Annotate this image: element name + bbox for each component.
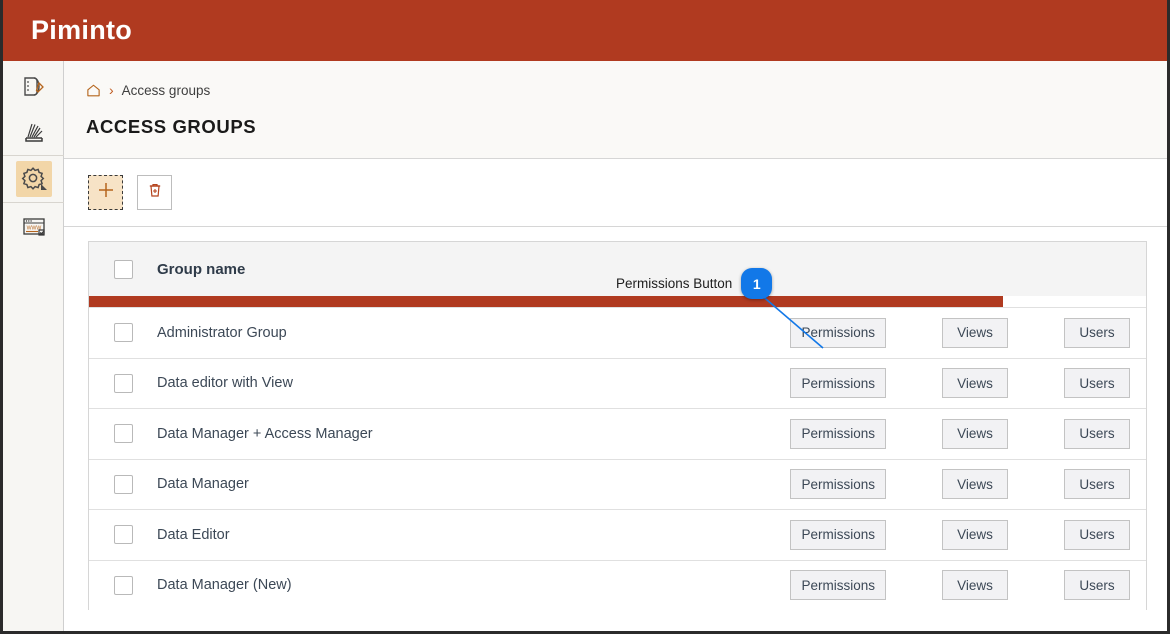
permissions-button[interactable]: Permissions [790,318,886,348]
row-select-cell [89,525,157,544]
row-checkbox[interactable] [114,475,133,494]
select-all-cell [89,260,157,279]
brand-title: Piminto [31,15,132,46]
annotation-badge: 1 [741,268,772,299]
row-actions: Permissions Views Users [790,570,1146,600]
table-row[interactable]: Data Manager (New) Permissions Views Use… [89,560,1146,611]
pages-icon [16,114,52,150]
row-select-cell [89,323,157,342]
row-checkbox[interactable] [114,323,133,342]
table-row[interactable]: Data Editor Permissions Views Users [89,509,1146,560]
row-select-cell [89,475,157,494]
row-checkbox[interactable] [114,424,133,443]
home-icon[interactable] [86,83,101,98]
app-header: Piminto [3,0,1167,61]
row-select-cell [89,424,157,443]
row-actions: Permissions Views Users [790,419,1146,449]
row-actions: Permissions Views Users [790,318,1146,348]
users-button[interactable]: Users [1064,520,1130,550]
catalog-icon [16,67,52,103]
users-button[interactable]: Users [1064,368,1130,398]
annotation-label: Permissions Button [616,276,732,291]
toolbar [64,159,1167,227]
users-button[interactable]: Users [1064,419,1130,449]
row-group-name: Data Manager + Access Manager [157,426,790,442]
row-group-name: Administrator Group [157,325,790,341]
users-button[interactable]: Users [1064,570,1130,600]
row-group-name: Data editor with View [157,375,790,391]
permissions-button[interactable]: Permissions [790,570,886,600]
views-button[interactable]: Views [942,419,1008,449]
sidebar: WWW [3,61,64,631]
row-select-cell [89,374,157,393]
sidebar-item-catalog[interactable] [3,61,64,108]
views-button[interactable]: Views [942,368,1008,398]
sidebar-item-web[interactable]: WWW [3,202,64,249]
table-row[interactable]: Data Manager + Access Manager Permission… [89,408,1146,459]
sidebar-item-settings[interactable] [3,155,64,202]
users-button[interactable]: Users [1064,318,1130,348]
views-button[interactable]: Views [942,570,1008,600]
page-header: › Access groups ACCESS GROUPS [64,61,1167,159]
add-button[interactable] [88,175,123,210]
sidebar-item-pages[interactable] [3,108,64,155]
gear-icon [16,161,52,197]
delete-button[interactable] [137,175,172,210]
table-row[interactable]: Administrator Group Permissions Views Us… [89,307,1146,358]
table-row[interactable]: Data Manager Permissions Views Users [89,459,1146,510]
views-button[interactable]: Views [942,520,1008,550]
page-title: ACCESS GROUPS [86,116,1167,138]
row-actions: Permissions Views Users [790,368,1146,398]
breadcrumb-separator-icon: › [109,83,114,97]
breadcrumb-current[interactable]: Access groups [122,83,211,98]
permissions-button[interactable]: Permissions [790,520,886,550]
select-all-checkbox[interactable] [114,260,133,279]
permissions-button[interactable]: Permissions [790,368,886,398]
permissions-button[interactable]: Permissions [790,469,886,499]
users-button[interactable]: Users [1064,469,1130,499]
trash-icon [145,180,165,205]
annotation-callout: Permissions Button 1 [616,268,772,299]
web-icon: WWW [16,208,52,244]
row-select-cell [89,576,157,595]
row-checkbox[interactable] [114,525,133,544]
row-actions: Permissions Views Users [790,520,1146,550]
row-checkbox[interactable] [114,576,133,595]
permissions-button[interactable]: Permissions [790,419,886,449]
row-group-name: Data Editor [157,527,790,543]
main-content: › Access groups ACCESS GROUPS [64,61,1167,631]
row-checkbox[interactable] [114,374,133,393]
views-button[interactable]: Views [942,318,1008,348]
row-actions: Permissions Views Users [790,469,1146,499]
row-group-name: Data Manager (New) [157,577,790,593]
table-row[interactable]: Data editor with View Permissions Views … [89,358,1146,409]
plus-icon [96,180,116,205]
views-button[interactable]: Views [942,469,1008,499]
breadcrumb: › Access groups [86,81,1167,99]
app-window: Piminto [0,0,1170,634]
row-group-name: Data Manager [157,476,790,492]
